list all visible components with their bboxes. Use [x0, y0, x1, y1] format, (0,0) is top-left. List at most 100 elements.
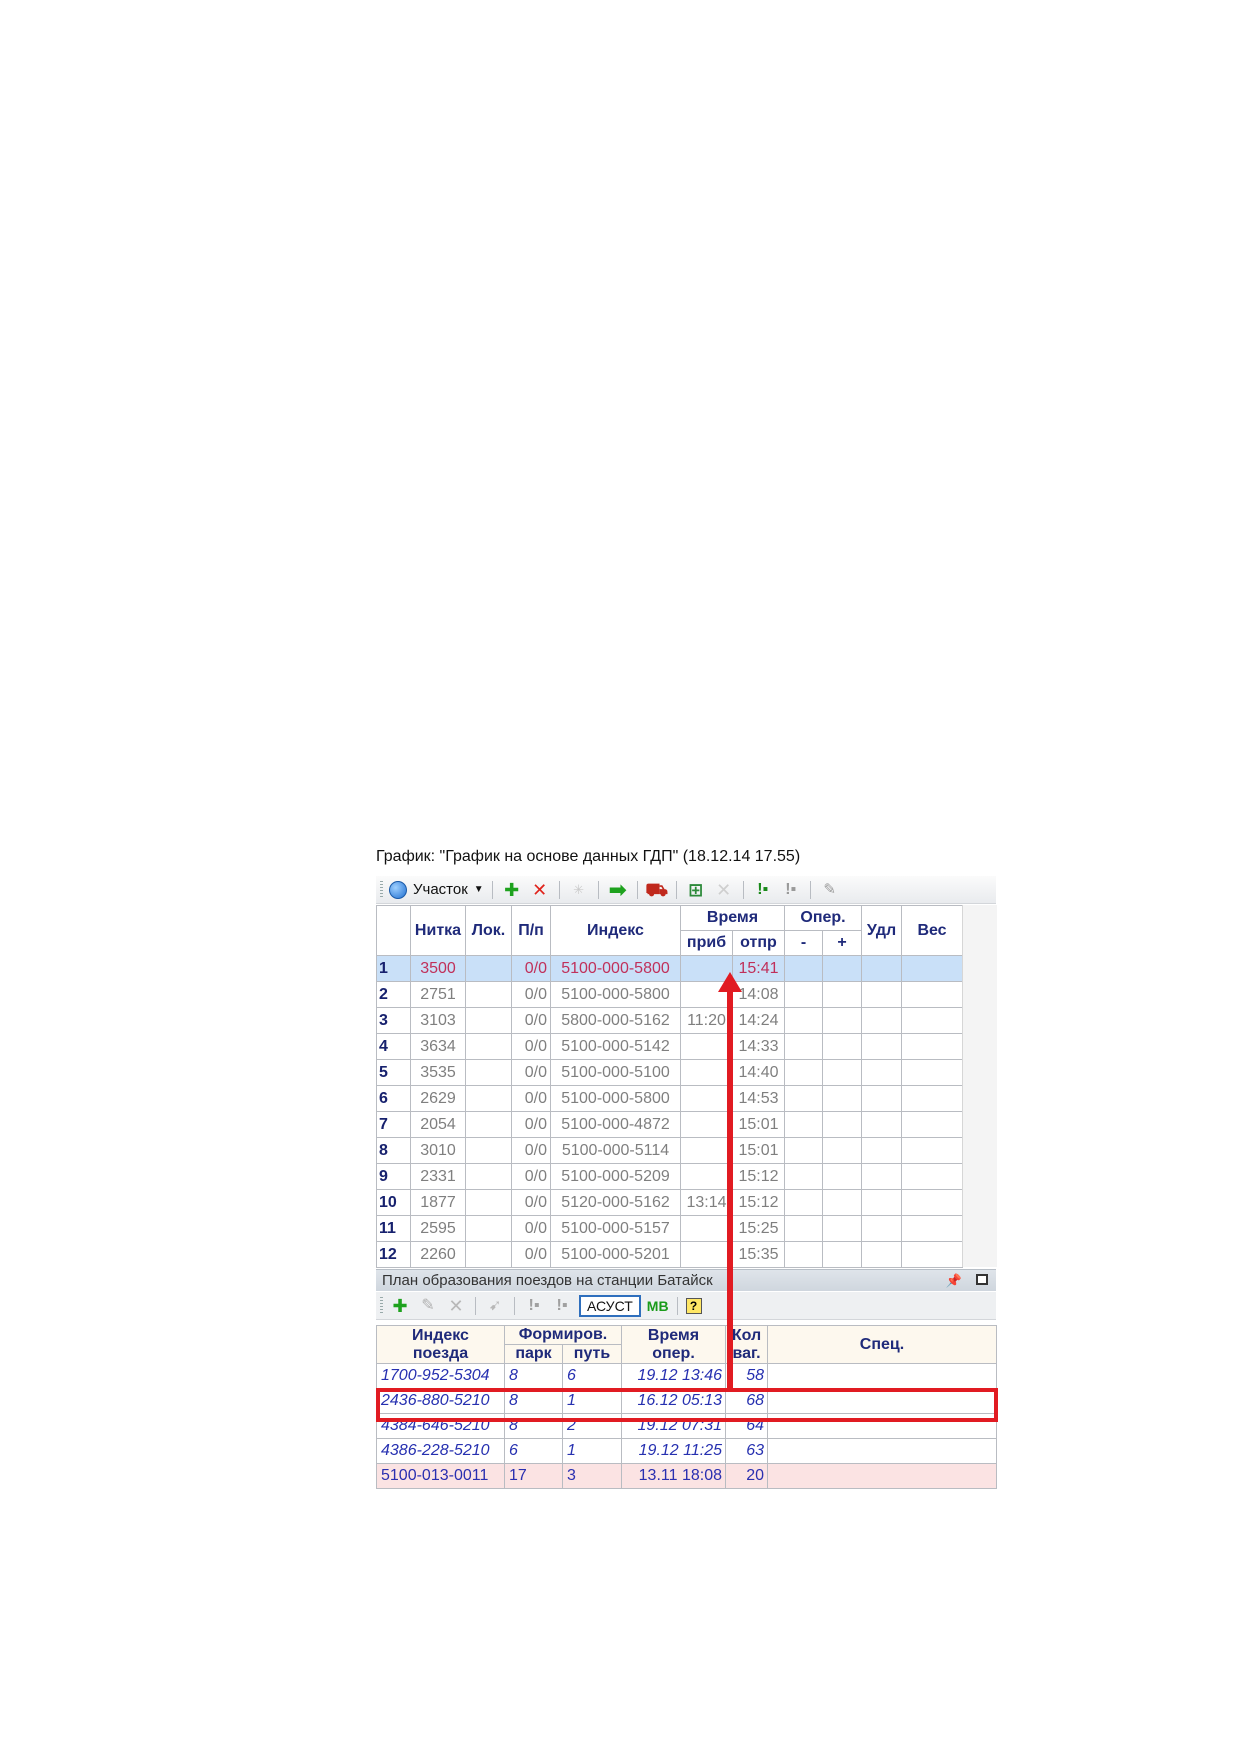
cell-pp[interactable]: 0/0	[511, 1215, 551, 1242]
cell-nitka[interactable]: 2331	[410, 1163, 466, 1190]
mb-button[interactable]: МВ	[647, 1298, 669, 1314]
cell-arrival[interactable]	[680, 1215, 733, 1242]
arrow-right-icon[interactable]: ➡	[607, 878, 629, 901]
cell-index[interactable]: 5120-000-5162	[550, 1189, 681, 1216]
signal-icon[interactable]: !▪	[752, 879, 774, 901]
help-icon[interactable]: ?	[685, 1297, 702, 1314]
row-number[interactable]: 8	[376, 1137, 411, 1164]
cell-pp[interactable]: 0/0	[511, 1189, 551, 1216]
cell-departure[interactable]: 15:25	[732, 1215, 785, 1242]
cell-train-index[interactable]: 1700-952-5304	[376, 1363, 505, 1389]
cell-nitka[interactable]: 3500	[410, 955, 466, 982]
cell-departure[interactable]: 15:12	[732, 1163, 785, 1190]
cell-udl[interactable]	[861, 1189, 903, 1216]
arrow-icon[interactable]: ➹	[484, 1295, 506, 1317]
add-icon[interactable]: ✚	[389, 1295, 411, 1317]
cell-arrival[interactable]: 13:14	[680, 1189, 733, 1216]
cell-lok[interactable]	[465, 981, 512, 1008]
cell-pp[interactable]: 0/0	[511, 1163, 551, 1190]
cell-departure[interactable]: 14:53	[732, 1085, 785, 1112]
cell-index[interactable]: 5100-000-5157	[550, 1215, 681, 1242]
cell-udl[interactable]	[861, 955, 903, 982]
table-row[interactable]: 1 3500 0/0 5100-000-5800 15:41	[376, 955, 964, 982]
settings-icon[interactable]: ✳	[568, 879, 590, 901]
cell-lok[interactable]	[465, 1215, 512, 1242]
edit-icon[interactable]: ✎	[819, 879, 841, 901]
cell-nitka[interactable]: 2629	[410, 1085, 466, 1112]
row-number[interactable]: 4	[376, 1033, 411, 1060]
cell-ves[interactable]	[901, 1163, 964, 1190]
header-udl[interactable]: Удл	[861, 905, 903, 956]
cell-departure[interactable]: 14:24	[732, 1007, 785, 1034]
table-row[interactable]: 1700-952-5304 8 6 19.12 13:46 58	[376, 1363, 997, 1389]
cell-park[interactable]: 8	[504, 1388, 563, 1414]
cell-udl[interactable]	[861, 1137, 903, 1164]
header-pp[interactable]: П/п	[511, 905, 551, 956]
cell-udl[interactable]	[861, 1111, 903, 1138]
cell-nitka[interactable]: 2751	[410, 981, 466, 1008]
edit-document-icon[interactable]: ✎	[417, 1295, 439, 1317]
cell-ves[interactable]	[901, 955, 964, 982]
row-number[interactable]: 2	[376, 981, 411, 1008]
cell-oper-minus[interactable]	[784, 1059, 823, 1086]
cell-lok[interactable]	[465, 1137, 512, 1164]
header-park[interactable]: парк	[504, 1344, 563, 1364]
cell-pp[interactable]: 0/0	[511, 1137, 551, 1164]
table-row[interactable]: 4384-646-5210 8 2 19.12 07:31 64	[376, 1413, 997, 1439]
cell-departure[interactable]: 15:12	[732, 1189, 785, 1216]
cell-ves[interactable]	[901, 1241, 964, 1268]
row-number[interactable]: 12	[376, 1241, 411, 1268]
cell-oper-minus[interactable]	[784, 981, 823, 1008]
cell-lok[interactable]	[465, 1033, 512, 1060]
cell-pp[interactable]: 0/0	[511, 1007, 551, 1034]
table-row[interactable]: 4386-228-5210 6 1 19.12 11:25 63	[376, 1438, 997, 1464]
cell-train-index[interactable]: 4386-228-5210	[376, 1438, 505, 1464]
row-number[interactable]: 7	[376, 1111, 411, 1138]
cell-oper-time[interactable]: 13.11 18:08	[621, 1463, 726, 1489]
maximize-icon[interactable]	[976, 1274, 988, 1285]
cell-park[interactable]: 17	[504, 1463, 563, 1489]
signal-icon[interactable]: !▪	[523, 1295, 545, 1317]
table-row[interactable]: 4 3634 0/0 5100-000-5142 14:33	[376, 1033, 964, 1060]
pin-icon[interactable]: 📌	[946, 1270, 962, 1292]
cell-arrival[interactable]	[680, 1137, 733, 1164]
cell-oper-minus[interactable]	[784, 1085, 823, 1112]
row-number[interactable]: 11	[376, 1215, 411, 1242]
cell-udl[interactable]	[861, 1059, 903, 1086]
cell-ves[interactable]	[901, 1085, 964, 1112]
cell-oper-minus[interactable]	[784, 1137, 823, 1164]
asust-button[interactable]: АСУСТ	[579, 1294, 641, 1317]
cell-arrival[interactable]	[680, 1163, 733, 1190]
cell-nitka[interactable]: 2260	[410, 1241, 466, 1268]
cell-oper-plus[interactable]	[821, 1059, 863, 1086]
cell-oper-plus[interactable]	[821, 1163, 863, 1190]
cell-pp[interactable]: 0/0	[511, 1111, 551, 1138]
header-nitka[interactable]: Нитка	[410, 905, 466, 956]
cell-lok[interactable]	[465, 1007, 512, 1034]
cell-nitka[interactable]: 2595	[410, 1215, 466, 1242]
cell-arrival[interactable]	[680, 1241, 733, 1268]
cell-oper-minus[interactable]	[784, 1215, 823, 1242]
cell-oper-plus[interactable]	[821, 1007, 863, 1034]
cell-arrival[interactable]	[680, 1111, 733, 1138]
cell-park[interactable]: 6	[504, 1438, 563, 1464]
cell-ves[interactable]	[901, 1137, 964, 1164]
cell-lok[interactable]	[465, 1085, 512, 1112]
cell-index[interactable]: 5100-000-5100	[550, 1059, 681, 1086]
cell-ves[interactable]	[901, 981, 964, 1008]
header-train-index[interactable]: Индекс поезда	[376, 1325, 505, 1364]
cell-put[interactable]: 1	[562, 1388, 622, 1414]
cancel-icon[interactable]: ✕	[713, 879, 735, 901]
cell-oper-plus[interactable]	[821, 1215, 863, 1242]
table-row[interactable]: 2436-880-5210 8 1 16.12 05:13 68	[376, 1388, 997, 1414]
cell-arrival[interactable]	[680, 1033, 733, 1060]
table-row[interactable]: 12 2260 0/0 5100-000-5201 15:35	[376, 1241, 964, 1268]
cell-index[interactable]: 5800-000-5162	[550, 1007, 681, 1034]
cell-lok[interactable]	[465, 1111, 512, 1138]
toolbar-grip[interactable]	[380, 880, 383, 899]
cell-udl[interactable]	[861, 981, 903, 1008]
cell-wagon-count[interactable]: 68	[725, 1388, 768, 1414]
table-row[interactable]: 9 2331 0/0 5100-000-5209 15:12	[376, 1163, 964, 1190]
header-oper-plus[interactable]: +	[821, 930, 863, 956]
cell-oper-plus[interactable]	[821, 1085, 863, 1112]
